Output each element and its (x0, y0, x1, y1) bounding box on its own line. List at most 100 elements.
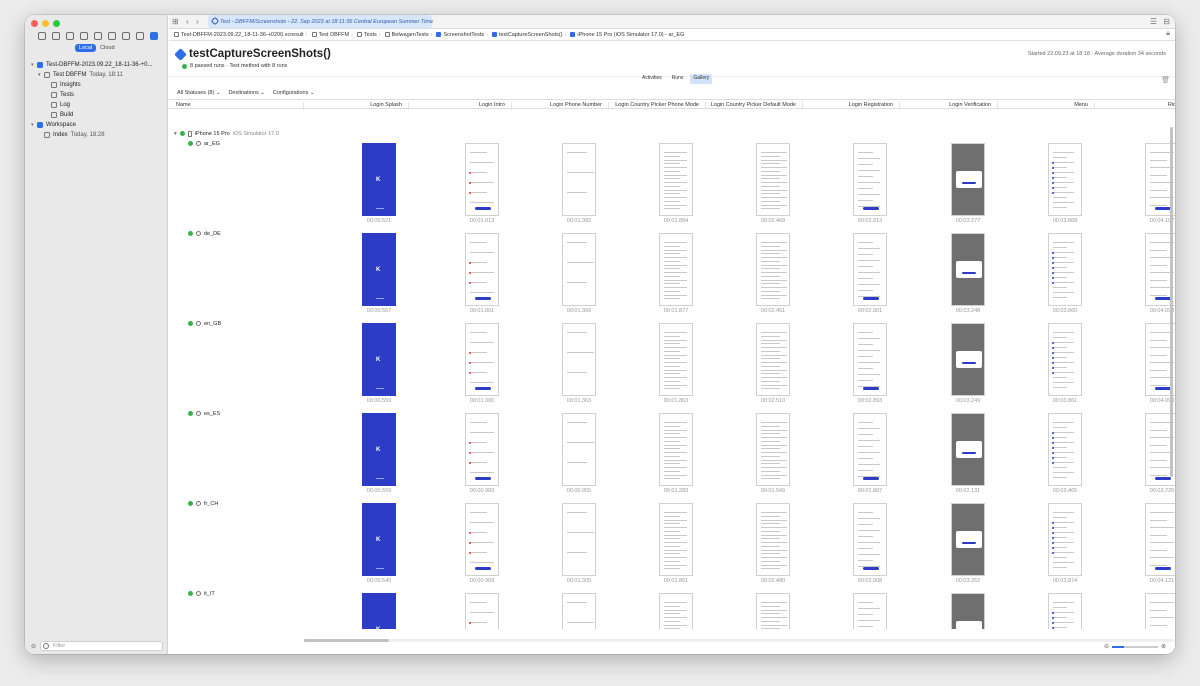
screenshot-thumbnail[interactable] (853, 323, 887, 396)
segment-cloud[interactable]: Cloud (96, 44, 118, 52)
screenshot-thumbnail[interactable] (465, 413, 499, 486)
zoom-slider[interactable] (1111, 645, 1158, 648)
column-header-item[interactable]: Login Verification (900, 102, 998, 110)
screenshot-thumbnail[interactable] (659, 143, 693, 216)
screenshot-thumbnail[interactable] (1048, 233, 1082, 306)
zoom-in-icon[interactable]: ⊕ (1161, 643, 1166, 650)
column-header-item[interactable]: Ride Li (1095, 102, 1175, 110)
locale-row[interactable]: en_GB (188, 319, 221, 328)
breakpoint-icon[interactable] (136, 32, 144, 40)
screenshot-thumbnail[interactable] (951, 413, 985, 486)
locale-row[interactable]: es_ES (188, 409, 220, 418)
screenshot-thumbnail[interactable] (756, 503, 790, 576)
screenshot-thumbnail[interactable] (853, 413, 887, 486)
tab-gallery[interactable]: Gallery (690, 74, 713, 84)
breadcrumb-item[interactable]: › Test DBFFM (304, 32, 349, 38)
screenshot-thumbnail[interactable] (853, 233, 887, 306)
tree-item[interactable]: Index Today, 18:28 (31, 130, 161, 140)
column-header-item[interactable]: Login Country Picker Default Mode (706, 102, 803, 110)
screenshot-thumbnail[interactable] (562, 143, 596, 216)
zoom-window-button[interactable] (53, 20, 60, 27)
debug-icon[interactable] (122, 32, 130, 40)
back-icon[interactable]: ‹ (186, 17, 189, 26)
screenshot-thumbnail[interactable] (853, 593, 887, 629)
screenshot-thumbnail[interactable] (465, 593, 499, 629)
tree-item[interactable]: Insights (31, 80, 161, 90)
screenshot-thumbnail[interactable] (951, 323, 985, 396)
scroll-knob[interactable] (304, 639, 389, 642)
tab-activities[interactable]: Activities (639, 74, 665, 84)
screenshot-thumbnail[interactable] (659, 233, 693, 306)
tree-item[interactable]: Build (31, 110, 161, 120)
breadcrumb-item[interactable]: › Tests (349, 32, 377, 38)
configurations-filter[interactable]: Configurations ⌄ (273, 90, 315, 96)
vertical-scrollbar[interactable] (1170, 127, 1173, 477)
screenshot-thumbnail[interactable] (1048, 413, 1082, 486)
device-row[interactable]: ▾ iPhone 15 Pro iOS Simulator 17.0 (174, 129, 279, 138)
screenshot-thumbnail[interactable] (951, 593, 985, 629)
horizontal-scrollbar[interactable] (304, 639, 1174, 642)
locale-row[interactable]: de_DE (188, 229, 221, 238)
screenshot-thumbnail[interactable] (659, 593, 693, 629)
screenshot-thumbnail[interactable]: K (362, 233, 396, 306)
tree-item[interactable]: Tests (31, 90, 161, 100)
tree-item[interactable]: ▾ Test-DBFFM-2023.09.22_18-11-36-+0... (31, 60, 161, 70)
screenshot-thumbnail[interactable] (659, 503, 693, 576)
screenshot-thumbnail[interactable] (659, 323, 693, 396)
warning-icon[interactable] (94, 32, 102, 40)
tree-item[interactable]: ▾ Test DBFFM Today, 18:11 (31, 70, 161, 80)
folder-icon[interactable] (38, 32, 46, 40)
screenshot-thumbnail[interactable]: K (362, 323, 396, 396)
screenshot-thumbnail[interactable] (465, 503, 499, 576)
column-header-item[interactable]: Login Intro (409, 102, 512, 110)
locale-row[interactable]: it_IT (188, 589, 215, 598)
screenshot-thumbnail[interactable] (562, 413, 596, 486)
screenshot-thumbnail[interactable] (562, 233, 596, 306)
screenshot-thumbnail[interactable] (1048, 323, 1082, 396)
close-window-button[interactable] (31, 20, 38, 27)
screenshot-thumbnail[interactable]: K (362, 593, 396, 629)
trash-icon[interactable]: 🗑︎ (1161, 76, 1170, 84)
search-icon[interactable] (80, 32, 88, 40)
tree-item[interactable]: Log (31, 100, 161, 110)
screenshot-thumbnail[interactable] (756, 593, 790, 629)
source-control-icon[interactable] (52, 32, 60, 40)
tab-runs[interactable]: Runs (669, 74, 687, 84)
lines-icon[interactable]: ☰ (1150, 17, 1157, 26)
screenshot-thumbnail[interactable] (562, 593, 596, 629)
screenshot-thumbnail[interactable] (562, 503, 596, 576)
screenshot-thumbnail[interactable] (1048, 593, 1082, 629)
column-header-item[interactable]: Login Phone Number (512, 102, 609, 110)
screenshot-thumbnail[interactable] (756, 413, 790, 486)
destinations-filter[interactable]: Destinations ⌄ (228, 90, 264, 96)
screenshot-thumbnail[interactable] (1145, 503, 1175, 576)
screenshot-thumbnail[interactable] (1048, 143, 1082, 216)
tree-item[interactable]: ▾ Workspace (31, 120, 161, 130)
screenshot-thumbnail[interactable]: K (362, 413, 396, 486)
column-header-item[interactable]: Login Country Picker Phone Mode (609, 102, 706, 110)
screenshot-thumbnail[interactable] (465, 323, 499, 396)
editor-tab[interactable]: Test - DBFFM/Screenshots - 22. Sep 2023 … (208, 15, 433, 28)
disclosure-icon[interactable]: ▾ (174, 131, 177, 137)
test-diamond-icon[interactable] (108, 32, 116, 40)
screenshot-thumbnail[interactable] (756, 233, 790, 306)
column-name[interactable]: Name (169, 102, 304, 110)
locale-row[interactable]: ar_EG (188, 139, 220, 148)
screenshot-thumbnail[interactable] (853, 503, 887, 576)
report-icon[interactable] (150, 32, 158, 40)
zoom-out-icon[interactable]: ⊖ (1104, 643, 1109, 650)
breadcrumb-item[interactable]: Test-DBFFM-2023.09.22_18-11-36-+0200.xcr… (172, 32, 304, 38)
screenshot-thumbnail[interactable]: K (362, 503, 396, 576)
screenshot-thumbnail[interactable] (562, 323, 596, 396)
screenshot-thumbnail[interactable] (1048, 503, 1082, 576)
screenshot-thumbnail[interactable]: K (362, 143, 396, 216)
screenshot-thumbnail[interactable] (465, 143, 499, 216)
split-editor-icon[interactable]: ⊟ (1163, 17, 1170, 26)
bookmark-icon[interactable] (66, 32, 74, 40)
screenshot-thumbnail[interactable] (951, 503, 985, 576)
column-header-item[interactable]: Login Splash (304, 102, 409, 110)
column-header-item[interactable]: Menu (998, 102, 1095, 110)
screenshot-thumbnail[interactable] (659, 413, 693, 486)
filter-field[interactable]: Filter (40, 641, 163, 651)
minimize-window-button[interactable] (42, 20, 49, 27)
